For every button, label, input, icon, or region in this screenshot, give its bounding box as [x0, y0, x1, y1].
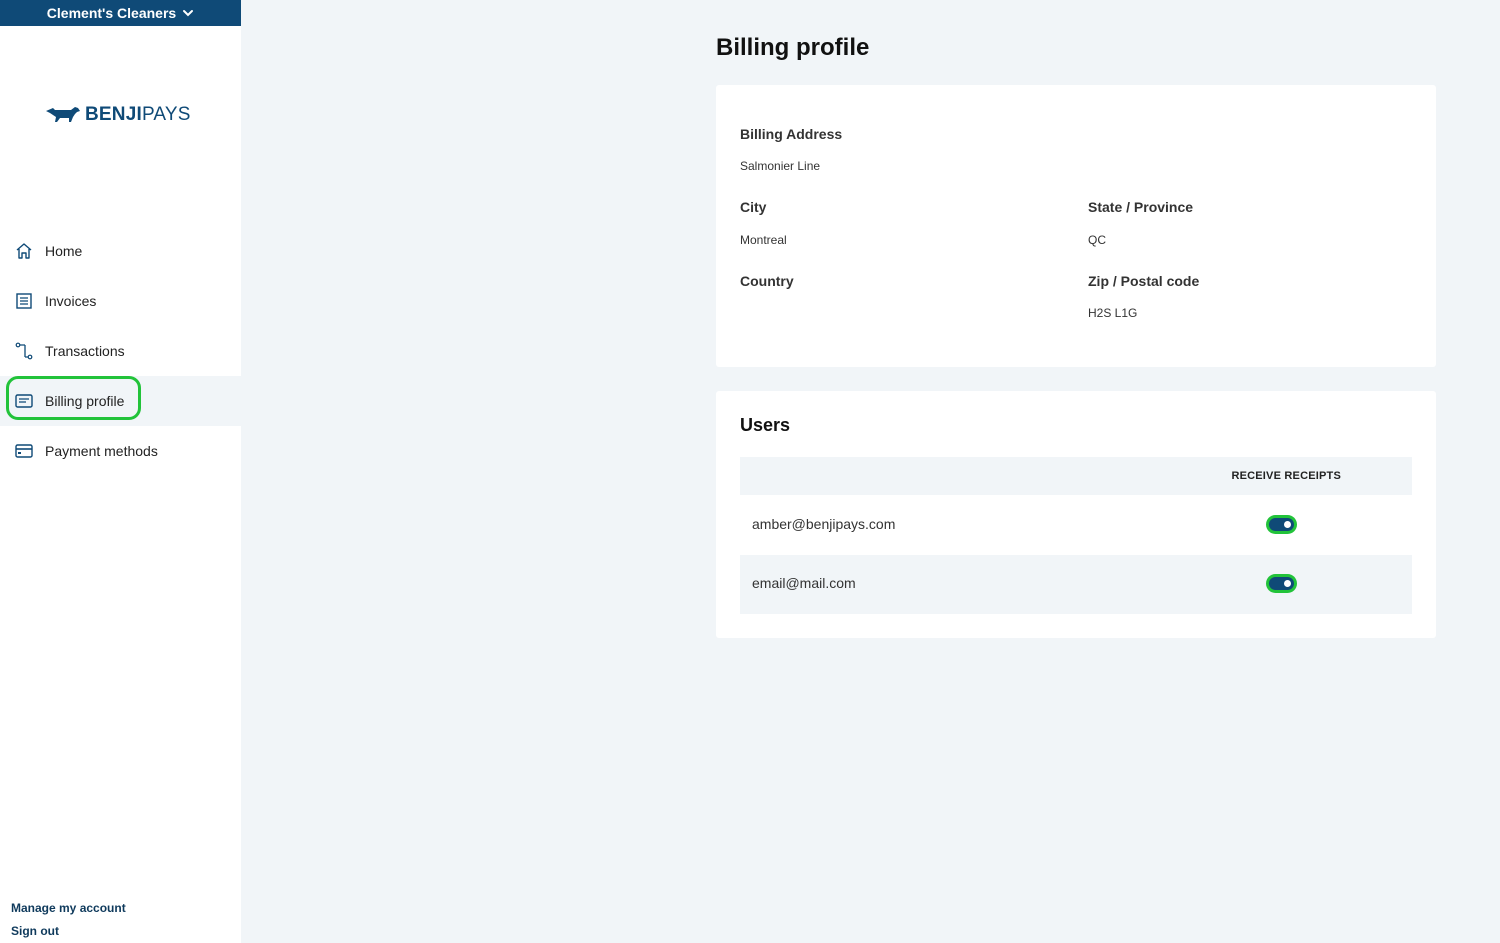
- toggle-knob: [1284, 580, 1291, 587]
- zip-label: Zip / Postal code: [1088, 273, 1200, 289]
- billing-address-label: Billing Address: [740, 126, 843, 142]
- users-card: Users RECEIVE RECEIPTS amber@benjipays.c…: [716, 391, 1436, 638]
- home-icon: [16, 243, 32, 259]
- sidebar-item-home[interactable]: Home: [0, 226, 241, 276]
- brand-name-light: PAYS: [141, 104, 191, 125]
- sidebar-item-label: Payment methods: [45, 443, 158, 459]
- sidebar-item-billing-profile[interactable]: Billing profile: [0, 376, 241, 426]
- city-value: Montreal: [740, 233, 787, 247]
- brand-name-bold: BENJI: [85, 104, 142, 125]
- page-title: Billing profile: [716, 34, 870, 61]
- sidebar: Clement's Cleaners BENJIPAYS Home Invoic…: [0, 0, 241, 943]
- user-email: email@mail.com: [752, 575, 856, 591]
- toggle-track: [1269, 518, 1294, 531]
- state-label: State / Province: [1088, 199, 1194, 215]
- country-label: Country: [740, 273, 794, 289]
- card-icon: [15, 444, 33, 458]
- brand-logo[interactable]: BENJIPAYS: [45, 104, 191, 126]
- dog-logo-icon: [46, 107, 80, 122]
- users-table-header: RECEIVE RECEIPTS: [740, 457, 1412, 495]
- sidebar-item-label: Invoices: [45, 293, 97, 309]
- state-value: QC: [1088, 233, 1106, 247]
- billing-address-value: Salmonier Line: [740, 159, 821, 173]
- chevron-down-icon: [183, 10, 194, 17]
- user-email: amber@benjipays.com: [752, 516, 896, 532]
- receive-receipts-toggle[interactable]: [1266, 574, 1297, 593]
- users-title: Users: [740, 415, 791, 435]
- transactions-icon: [15, 342, 33, 360]
- invoice-icon: [16, 293, 32, 309]
- table-row: email@mail.com: [740, 555, 1412, 614]
- toggle-track: [1269, 577, 1294, 590]
- sidebar-item-label: Billing profile: [45, 393, 125, 409]
- table-row: amber@benjipays.com: [740, 496, 1412, 555]
- city-label: City: [740, 199, 767, 215]
- sidebar-item-label: Home: [45, 243, 83, 259]
- account-switcher[interactable]: Clement's Cleaners: [0, 0, 241, 26]
- manage-account-link[interactable]: Manage my account: [11, 901, 126, 915]
- sidebar-item-transactions[interactable]: Transactions: [0, 326, 241, 376]
- sidebar-item-label: Transactions: [45, 343, 125, 359]
- toggle-knob: [1284, 521, 1291, 528]
- sidebar-item-invoices[interactable]: Invoices: [0, 276, 241, 326]
- receive-receipts-header: RECEIVE RECEIPTS: [1231, 470, 1341, 482]
- sign-out-link[interactable]: Sign out: [11, 924, 59, 938]
- account-name: Clement's Cleaners: [46, 5, 177, 21]
- receive-receipts-toggle[interactable]: [1266, 515, 1297, 534]
- sidebar-item-payment-methods[interactable]: Payment methods: [0, 426, 241, 476]
- billing-icon: [15, 394, 33, 408]
- billing-address-card: Billing Address Salmonier Line City Mont…: [716, 85, 1436, 367]
- zip-value: H2S L1G: [1088, 306, 1138, 320]
